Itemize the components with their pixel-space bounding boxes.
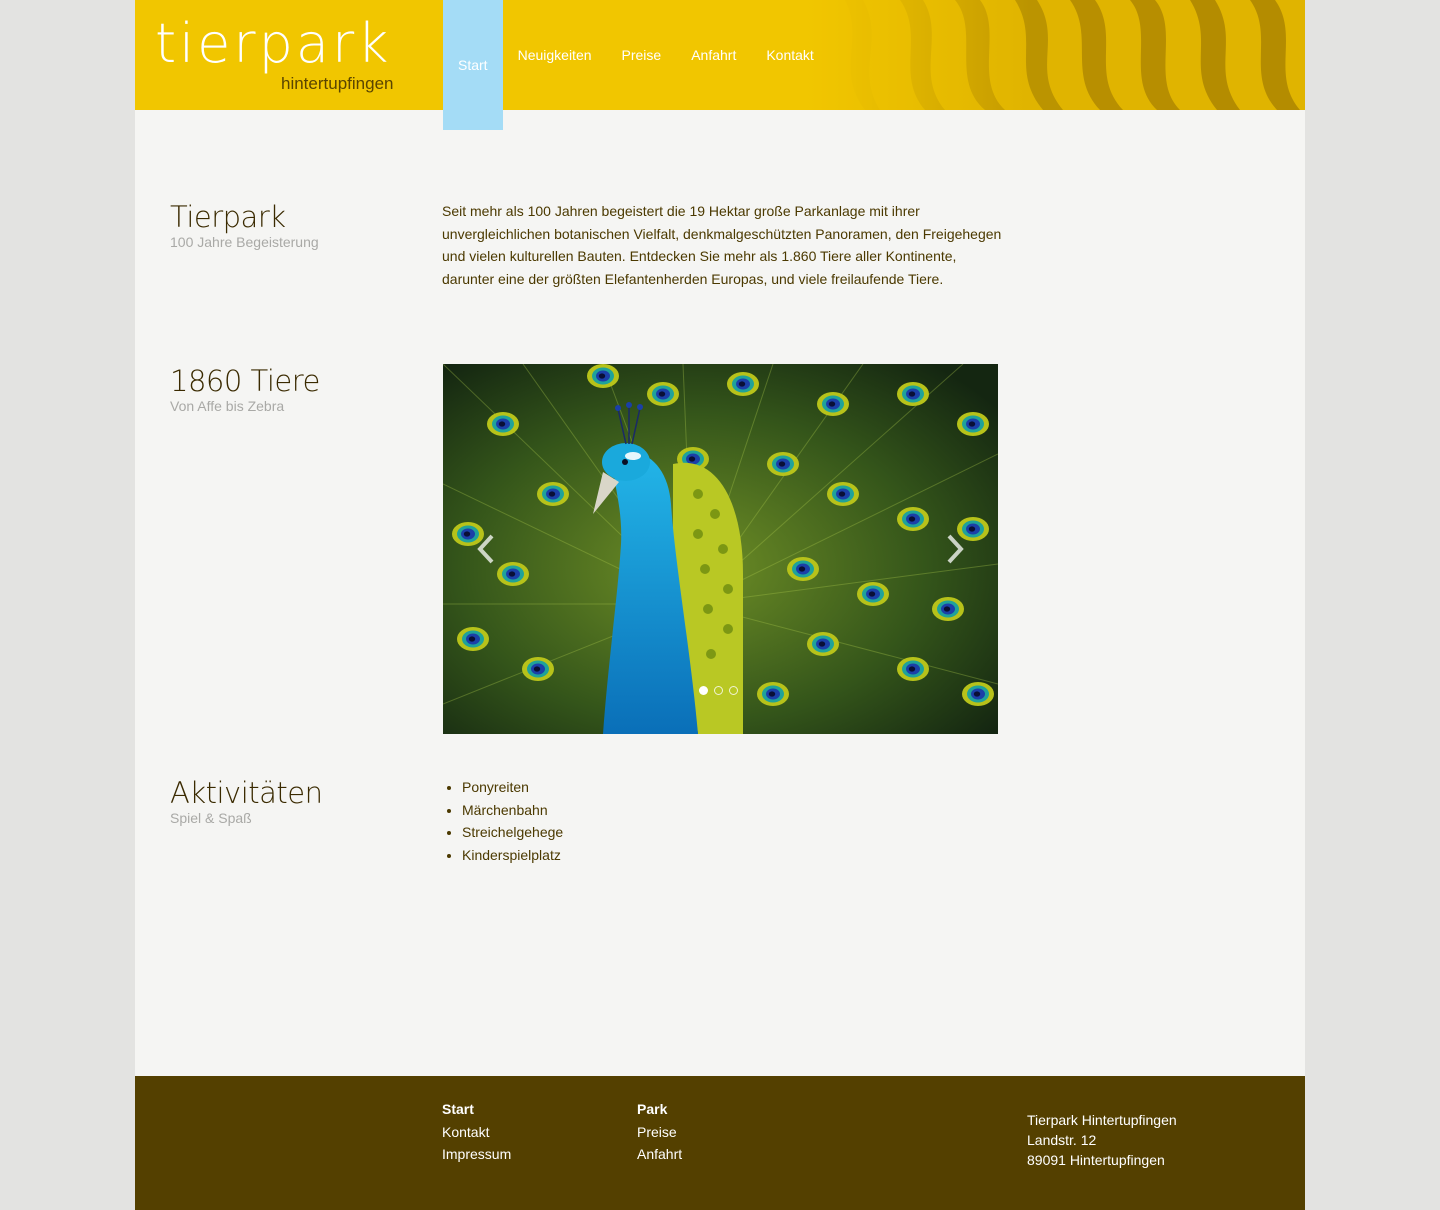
nav-item-label: Kontakt [766,47,814,63]
slider-dot-1[interactable] [699,686,708,695]
intro-text: Seit mehr als 100 Jahren begeistert die … [442,203,1002,287]
list-item: Streichelgehege [462,821,563,844]
address-line: Landstr. 12 [1027,1132,1097,1148]
address-line: Tierpark Hintertupfingen [1027,1112,1177,1128]
address-line: 89091 Hintertupfingen [1027,1152,1165,1168]
logo-title[interactable]: tierpark [155,14,391,74]
image-slider[interactable] [443,364,998,734]
slider-dot-3[interactable] [729,686,738,695]
main-nav: Start Neuigkeiten Preise Anfahrt Kontakt [443,0,829,130]
nav-item-label: Preise [621,47,662,63]
nav-item-label: Neuigkeiten [517,47,592,63]
footer-link-kontakt[interactable]: Kontakt [442,1121,511,1144]
section-subtitle-aktivitaeten: Spiel & Spaß [170,810,252,826]
footer-col-park: Park Preise Anfahrt [637,1098,682,1166]
footer-col-start: Start Kontakt Impressum [442,1098,511,1166]
section-title-aktivitaeten: Aktivitäten [170,776,323,810]
footer-link-park[interactable]: Park [637,1098,682,1121]
nav-item-label: Start [458,57,488,73]
list-item: Märchenbahn [462,799,563,822]
chevron-right-icon [947,534,964,564]
list-item: Kinderspielplatz [462,844,563,867]
nav-item-kontakt[interactable]: Kontakt [751,0,828,110]
footer-link-start[interactable]: Start [442,1098,511,1121]
nav-item-label: Anfahrt [691,47,737,63]
chevron-left-icon [477,534,494,564]
nav-item-start[interactable]: Start [443,0,503,130]
section-subtitle-tierpark: 100 Jahre Begeisterung [170,234,319,250]
page: tierpark hintertupfingen Start Neuigkeit… [135,0,1305,1210]
zebra-stripe-decoration [805,0,1305,110]
footer-link-preise[interactable]: Preise [637,1121,682,1144]
footer-link-anfahrt[interactable]: Anfahrt [637,1143,682,1166]
nav-item-anfahrt[interactable]: Anfahrt [676,0,751,110]
logo-subtitle: hintertupfingen [281,74,394,93]
list-item: Ponyreiten [462,776,563,799]
nav-item-neuigkeiten[interactable]: Neuigkeiten [503,0,607,110]
section-title-tiere: 1860 Tiere [170,364,320,398]
nav-item-preise[interactable]: Preise [607,0,677,110]
footer-address: Tierpark Hintertupfingen Landstr. 12 890… [1027,1110,1177,1170]
slider-pagination [699,686,738,695]
slider-prev-button[interactable] [471,532,501,566]
site-footer: Start Kontakt Impressum Park Preise Anfa… [135,1076,1305,1210]
peacock-image [443,364,998,734]
section-subtitle-tiere: Von Affe bis Zebra [170,398,285,414]
footer-link-impressum[interactable]: Impressum [442,1143,511,1166]
activities-list: Ponyreiten Märchenbahn Streichelgehege K… [442,776,563,866]
slider-next-button[interactable] [940,532,970,566]
section-title-tierpark: Tierpark [170,200,286,234]
slider-dot-2[interactable] [714,686,723,695]
site-header: tierpark hintertupfingen Start Neuigkeit… [135,0,1305,130]
